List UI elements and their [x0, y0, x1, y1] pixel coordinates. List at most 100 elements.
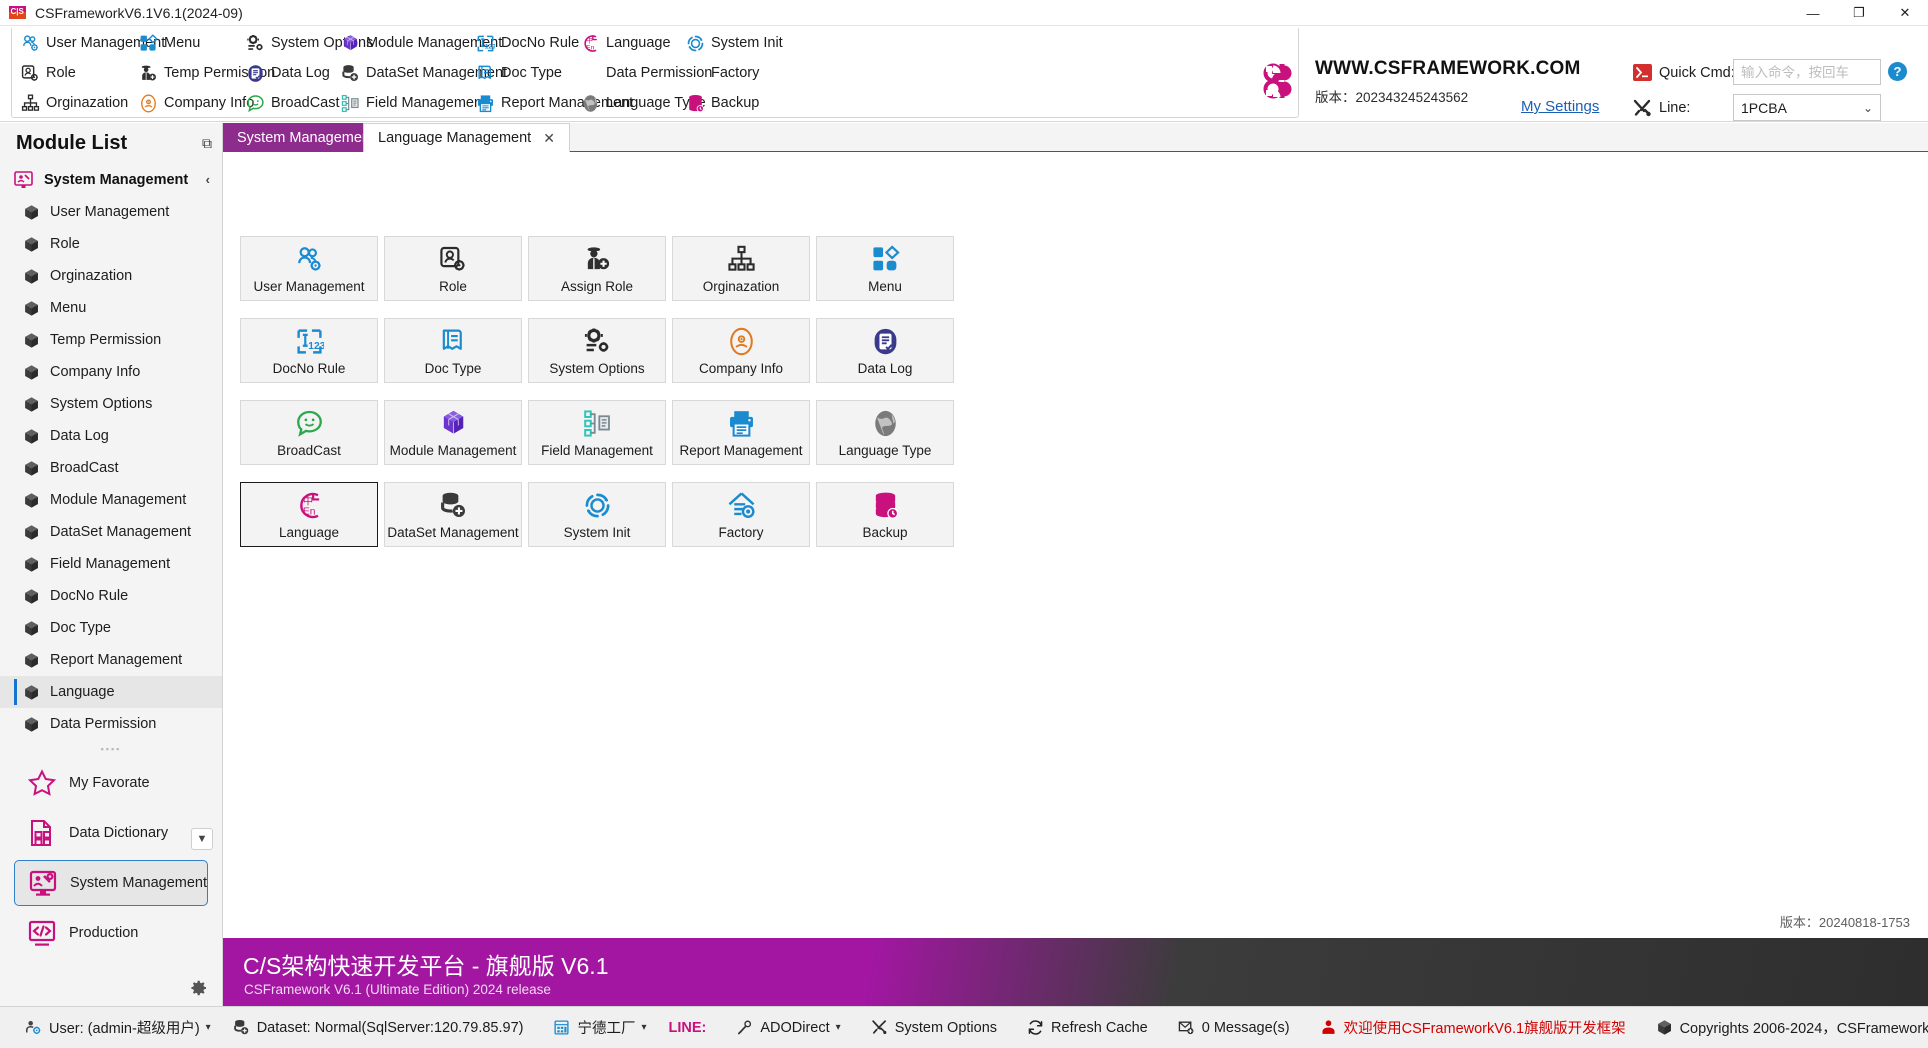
sidebar-nav-data-dictionary[interactable]: Data Dictionary: [14, 810, 208, 856]
my-settings-link[interactable]: My Settings: [1521, 98, 1599, 115]
status-item-2[interactable]: 宁德工厂 ▾: [542, 1015, 657, 1041]
ribbon-item-docno-rule[interactable]: 123 DocNo Rule: [476, 32, 579, 55]
ribbon-item-language[interactable]: 中 En Language: [581, 32, 671, 55]
ribbon-item-field-management[interactable]: Field Management: [341, 92, 486, 115]
sidebar-item-label: Temp Permission: [50, 332, 162, 348]
sidebar-item-role[interactable]: Role: [0, 228, 222, 260]
cube-icon: [23, 428, 40, 445]
tile-dataset-management[interactable]: DataSet Management: [384, 482, 522, 547]
sidebar-item-system-options[interactable]: System Options: [0, 388, 222, 420]
promo-banner: C/S架构快速开发平台 - 旗舰版 V6.1 CSFramework V6.1 …: [223, 938, 1928, 1006]
tile-data-log[interactable]: Data Log: [816, 318, 954, 383]
sidebar-item-docno-rule[interactable]: DocNo Rule: [0, 580, 222, 612]
tile-company-info[interactable]: Company Info: [672, 318, 810, 383]
status-item-8: 欢迎使用CSFrameworkV6.1旗舰版开发框架: [1309, 1015, 1637, 1041]
tile-label: Factory: [718, 524, 764, 540]
tile-docno-rule[interactable]: 123 DocNo Rule: [240, 318, 378, 383]
sidebar-item-temp-permission[interactable]: Temp Permission: [0, 324, 222, 356]
tile-orginazation[interactable]: Orginazation: [672, 236, 810, 301]
tile-assign-role[interactable]: Assign Role: [528, 236, 666, 301]
sidebar-item-broadcast[interactable]: BroadCast: [0, 452, 222, 484]
ribbon-item-backup[interactable]: Backup: [686, 92, 759, 115]
tile-field-management[interactable]: Field Management: [528, 400, 666, 465]
data-log-icon: [246, 64, 265, 83]
tile-system-options[interactable]: System Options: [528, 318, 666, 383]
status-item-4[interactable]: ADODirect ▾: [725, 1015, 851, 1041]
tile-role[interactable]: Role: [384, 236, 522, 301]
tile-broadcast[interactable]: BroadCast: [240, 400, 378, 465]
sidebar-item-menu[interactable]: Menu: [0, 292, 222, 324]
sidebar-item-user-management[interactable]: User Management: [0, 196, 222, 228]
tile-label: Role: [439, 278, 467, 294]
sidebar-scroll-more-button[interactable]: ▼: [191, 828, 213, 850]
tile-module-management[interactable]: Module Management: [384, 400, 522, 465]
sidebar-item-company-info[interactable]: Company Info: [0, 356, 222, 388]
maximize-button[interactable]: ❐: [1836, 0, 1882, 26]
cube-icon: [23, 652, 40, 669]
sidebar-group-system-management[interactable]: System Management ‹: [0, 163, 222, 196]
sidebar-item-module-management[interactable]: Module Management: [0, 484, 222, 516]
user-gear-icon: [25, 1019, 42, 1036]
ribbon-item-role[interactable]: Role: [21, 62, 76, 85]
close-icon[interactable]: ✕: [543, 130, 555, 147]
ribbon-item-menu[interactable]: Menu: [139, 32, 200, 55]
sidebar-splitter[interactable]: ▪▪▪▪: [0, 740, 222, 756]
ribbon-item-factory[interactable]: Factory: [686, 62, 759, 85]
sidebar-item-report-management[interactable]: Report Management: [0, 644, 222, 676]
tile-language-type[interactable]: Language Type: [816, 400, 954, 465]
module-list-sidebar: Module List ⧉ System Management ‹ User M…: [0, 123, 223, 1006]
sidebar-nav-my-favorate[interactable]: My Favorate: [14, 760, 208, 806]
none: [686, 64, 705, 83]
company-info-icon: [139, 94, 158, 113]
tab-language-management[interactable]: Language Management ✕: [363, 123, 570, 152]
sidebar-nav-production[interactable]: Production: [14, 910, 208, 956]
backup-icon: [686, 94, 705, 113]
system-management-screen-icon: [29, 869, 57, 897]
status-item-label: LINE:: [668, 1019, 707, 1036]
sidebar-item-language[interactable]: Language: [0, 676, 222, 708]
sidebar-nav-system-management[interactable]: System Management: [14, 860, 208, 906]
ribbon-item-broadcast[interactable]: BroadCast: [246, 92, 340, 115]
assign-role-icon: [583, 244, 612, 275]
tile-backup[interactable]: Backup: [816, 482, 954, 547]
chevron-down-icon[interactable]: ▾: [206, 1022, 211, 1033]
pin-icon[interactable]: ⧉: [202, 135, 212, 152]
ribbon-item-company-info[interactable]: Company Info: [139, 92, 254, 115]
sidebar-item-field-management[interactable]: Field Management: [0, 548, 222, 580]
tile-menu[interactable]: Menu: [816, 236, 954, 301]
settings-gear-icon[interactable]: [186, 976, 210, 1000]
ribbon-item-orginazation[interactable]: Orginazation: [21, 92, 128, 115]
chevron-down-icon[interactable]: ▾: [836, 1022, 841, 1033]
minimize-button[interactable]: —: [1790, 0, 1836, 26]
ribbon-item-doc-type[interactable]: Doc Type: [476, 62, 562, 85]
sidebar-item-label: BroadCast: [50, 460, 119, 476]
chevron-left-icon[interactable]: ‹: [206, 172, 210, 187]
quick-cmd-input[interactable]: [1733, 59, 1881, 85]
tile-system-init[interactable]: System Init: [528, 482, 666, 547]
system-options-gear-icon: [583, 326, 612, 357]
none: [581, 64, 600, 83]
tile-report-management[interactable]: Report Management: [672, 400, 810, 465]
sidebar-nav-list: My Favorate Data Dictionary System Managem…: [0, 760, 222, 956]
sidebar-item-dataset-management[interactable]: DataSet Management: [0, 516, 222, 548]
close-button[interactable]: ✕: [1882, 0, 1928, 26]
sidebar-item-orginazation[interactable]: Orginazation: [0, 260, 222, 292]
sidebar-item-data-log[interactable]: Data Log: [0, 420, 222, 452]
brand-site: WWW.CSFRAMEWORK.COM: [1315, 58, 1581, 79]
help-icon[interactable]: ?: [1888, 62, 1907, 81]
sidebar-item-data-permission[interactable]: Data Permission: [0, 708, 222, 740]
svg-text:En: En: [586, 44, 594, 51]
line-select[interactable]: 1PCBA ⌄: [1733, 94, 1881, 121]
tile-doc-type[interactable]: Doc Type: [384, 318, 522, 383]
tile-language[interactable]: 中 En Language: [240, 482, 378, 547]
status-item-0[interactable]: User: (admin-超级用户) ▾: [14, 1015, 222, 1041]
tile-user-management[interactable]: User Management: [240, 236, 378, 301]
chevron-down-icon[interactable]: ▾: [641, 1022, 646, 1033]
tile-factory[interactable]: Factory: [672, 482, 810, 547]
tab-label: Language Management: [378, 130, 532, 146]
sidebar-item-label: Data Permission: [50, 716, 157, 732]
ribbon-item-system-init[interactable]: System Init: [686, 32, 783, 55]
sidebar-item-doc-type[interactable]: Doc Type: [0, 612, 222, 644]
ribbon-item-label: Orginazation: [46, 95, 129, 112]
ribbon-item-data-log[interactable]: Data Log: [246, 62, 330, 85]
